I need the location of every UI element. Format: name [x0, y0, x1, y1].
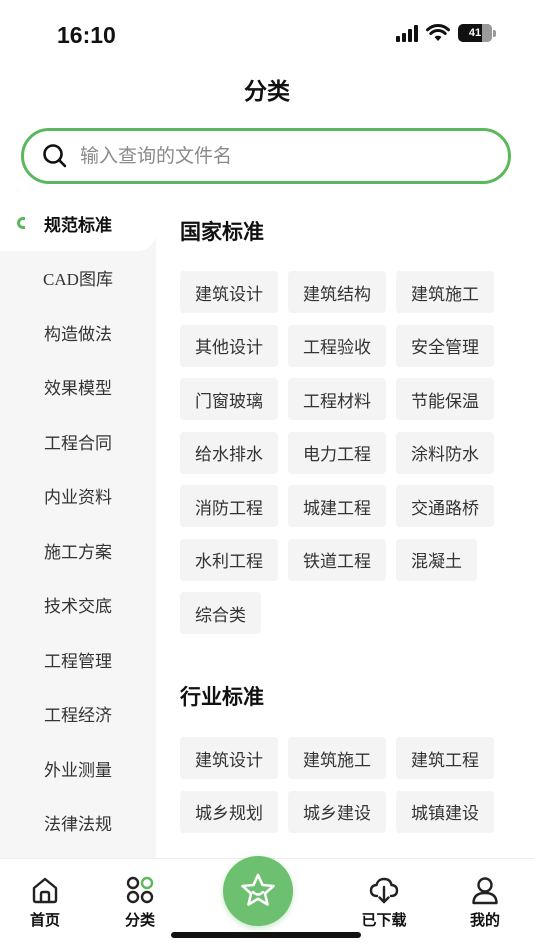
tag-group-industry-standards: 建筑设计 建筑施工 建筑工程 城乡规划 城乡建设 城镇建设 — [180, 737, 530, 844]
sidebar-item-cad-library[interactable]: CAD图库 — [0, 251, 156, 306]
tag-item[interactable]: 工程材料 — [288, 378, 386, 420]
sidebar-item-label: 工程合同 — [44, 433, 112, 454]
tag-item[interactable]: 建筑设计 — [180, 737, 278, 779]
category-sidebar: 规范标准 CAD图库 构造做法 效果模型 工程合同 内业资料 施工方案 技术交底… — [0, 196, 156, 858]
star-icon — [241, 873, 275, 906]
sidebar-item-effect-models[interactable]: 效果模型 — [0, 360, 156, 415]
tab-category-label: 分类 — [124, 911, 155, 929]
sidebar-item-construction-methods[interactable]: 构造做法 — [0, 305, 156, 360]
tab-home[interactable]: 首页 — [10, 875, 80, 930]
tag-item[interactable]: 城乡规划 — [180, 790, 278, 833]
tab-category[interactable]: 分类 — [105, 875, 175, 930]
tab-mine-label: 我的 — [469, 911, 500, 929]
sidebar-item-label: 外业测量 — [44, 760, 112, 781]
tag-item[interactable]: 建筑施工 — [288, 737, 386, 779]
wifi-icon — [426, 24, 450, 41]
tab-downloaded-label: 已下载 — [361, 911, 407, 929]
sidebar-item-label: 工程管理 — [44, 651, 112, 672]
tag-item[interactable]: 交通路桥 — [396, 485, 494, 527]
active-marker-icon — [17, 217, 25, 230]
home-indicator[interactable] — [171, 932, 361, 938]
tag-item[interactable]: 涂料防水 — [396, 431, 494, 474]
home-icon — [32, 877, 58, 904]
sidebar-item-label: 构造做法 — [44, 324, 112, 345]
tag-item[interactable]: 电力工程 — [288, 431, 386, 474]
tag-item[interactable]: 门窗玻璃 — [180, 378, 278, 420]
sidebar-item-project-management[interactable]: 工程管理 — [0, 632, 156, 687]
tag-item[interactable]: 水利工程 — [180, 538, 278, 581]
status-bar: 16:10 41 — [0, 0, 534, 70]
page-title: 分类 — [244, 79, 290, 105]
center-favorite-button[interactable] — [223, 856, 293, 926]
tab-home-label: 首页 — [29, 911, 60, 929]
sidebar-item-contracts[interactable]: 工程合同 — [0, 414, 156, 469]
tag-item[interactable]: 建筑设计 — [180, 271, 278, 313]
user-icon — [472, 877, 498, 905]
sidebar-item-label: 法律法规 — [44, 815, 112, 836]
tag-item[interactable]: 工程验收 — [288, 324, 386, 367]
sidebar-item-label: 工程经济 — [44, 706, 112, 727]
search-bar[interactable] — [21, 128, 511, 184]
sidebar-item-label: 施工方案 — [44, 542, 112, 563]
sidebar-item-engineering-economics[interactable]: 工程经济 — [0, 687, 156, 742]
tag-item[interactable]: 城镇建设 — [396, 790, 494, 833]
section-title-industry-standards: 行业标准 — [180, 685, 264, 709]
tag-item[interactable]: 消防工程 — [180, 485, 278, 527]
cloud-download-icon — [369, 877, 399, 904]
tag-item[interactable]: 安全管理 — [396, 324, 494, 367]
category-content: 国家标准 建筑设计 建筑结构 建筑施工 其他设计 工程验收 安全管理 门窗玻璃 … — [156, 196, 534, 858]
battery-level: 41 — [468, 27, 482, 39]
tag-item[interactable]: 其他设计 — [180, 324, 278, 367]
sidebar-item-construction-plans[interactable]: 施工方案 — [0, 523, 156, 578]
grid-icon — [126, 876, 154, 904]
sidebar-item-internal-documents[interactable]: 内业资料 — [0, 469, 156, 524]
sidebar-item-label: 效果模型 — [44, 379, 112, 400]
tag-item[interactable]: 铁道工程 — [288, 538, 386, 581]
sidebar-item-technical-briefings[interactable]: 技术交底 — [0, 578, 156, 633]
sidebar-item-standards[interactable]: 规范标准 — [0, 196, 156, 251]
sidebar-item-field-surveying[interactable]: 外业测量 — [0, 741, 156, 796]
tag-item[interactable]: 综合类 — [180, 592, 261, 634]
search-icon — [43, 144, 67, 168]
tab-downloaded[interactable]: 已下载 — [349, 875, 419, 930]
battery-icon: 41 — [458, 24, 496, 42]
tag-group-national-standards: 建筑设计 建筑结构 建筑施工 其他设计 工程验收 安全管理 门窗玻璃 工程材料 … — [180, 271, 530, 646]
sidebar-item-laws-regulations[interactable]: 法律法规 — [0, 796, 156, 851]
tag-item[interactable]: 给水排水 — [180, 431, 278, 474]
status-time: 16:10 — [57, 22, 116, 48]
tag-item[interactable]: 建筑工程 — [396, 737, 494, 779]
sidebar-item-label: 技术交底 — [44, 597, 112, 618]
search-input[interactable] — [80, 145, 460, 167]
tag-item[interactable]: 建筑结构 — [288, 271, 386, 313]
tag-item[interactable]: 城乡建设 — [288, 790, 386, 833]
tag-item[interactable]: 城建工程 — [288, 485, 386, 527]
sidebar-item-label: 规范标准 — [44, 215, 112, 236]
tag-item[interactable]: 节能保温 — [396, 378, 494, 420]
tag-item[interactable]: 混凝土 — [396, 538, 477, 581]
status-icons: 41 — [396, 24, 496, 42]
section-title-national-standards: 国家标准 — [180, 220, 264, 244]
sidebar-item-label: 内业资料 — [44, 488, 112, 509]
signal-icon — [396, 24, 418, 42]
tag-item[interactable]: 建筑施工 — [396, 271, 494, 313]
tab-mine[interactable]: 我的 — [450, 875, 520, 930]
sidebar-item-label: CAD图库 — [43, 270, 113, 290]
